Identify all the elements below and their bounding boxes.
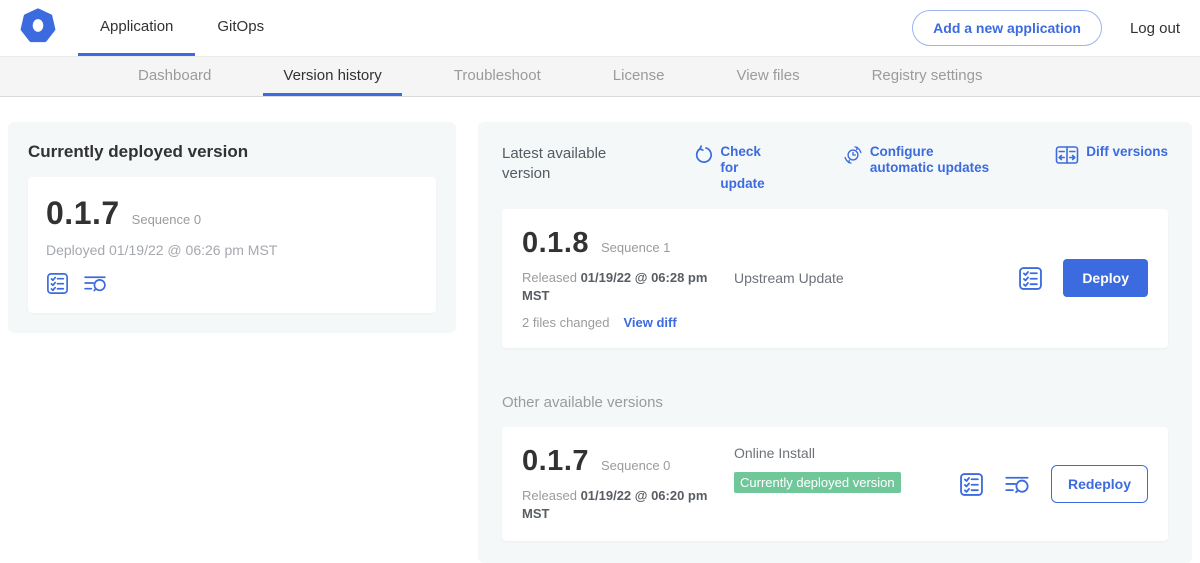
- other-version-actions: Redeploy: [959, 465, 1148, 503]
- currently-deployed-panel: Currently deployed version 0.1.7 Sequenc…: [8, 122, 456, 333]
- app-sub-nav: Dashboard Version history Troubleshoot L…: [0, 57, 1200, 97]
- preflight-checks-icon[interactable]: [46, 272, 69, 295]
- topnav-right: Add a new application Log out: [912, 0, 1180, 56]
- app-logo[interactable]: [20, 0, 56, 56]
- online-install-label: Online Install: [734, 445, 959, 461]
- files-changed-count: 2 files changed: [522, 315, 609, 330]
- files-changed-line: 2 files changed View diff: [522, 315, 734, 330]
- other-available-versions-title: Other available versions: [502, 394, 1168, 411]
- configure-automatic-updates-button[interactable]: Configure automatic updates: [843, 144, 993, 176]
- latest-released-timestamp: Released 01/19/22 @ 06:28 pm MST: [522, 269, 717, 305]
- other-version-card: 0.1.7 Sequence 0 Released 01/19/22 @ 06:…: [502, 427, 1168, 541]
- topnav-tab-gitops[interactable]: GitOps: [195, 0, 286, 56]
- diff-versions-button[interactable]: Diff versions: [1055, 144, 1168, 169]
- tab-dashboard[interactable]: Dashboard: [118, 57, 231, 96]
- other-version-number: 0.1.7: [522, 445, 589, 478]
- latest-version-info: 0.1.8 Sequence 1 Released 01/19/22 @ 06:…: [522, 227, 734, 330]
- latest-sequence: Sequence 1: [601, 240, 670, 255]
- deployed-version-number: 0.1.7: [46, 195, 120, 232]
- diff-icon: [1055, 144, 1079, 169]
- add-new-application-button[interactable]: Add a new application: [912, 10, 1102, 46]
- topnav-tab-application[interactable]: Application: [78, 0, 195, 56]
- tab-version-history[interactable]: Version history: [263, 57, 401, 96]
- tab-troubleshoot[interactable]: Troubleshoot: [434, 57, 561, 96]
- logout-button[interactable]: Log out: [1130, 20, 1180, 37]
- other-version-source: Online Install Currently deployed versio…: [734, 445, 959, 523]
- currently-deployed-title: Currently deployed version: [28, 142, 436, 162]
- other-released-timestamp: Released 01/19/22 @ 06:20 pm MST: [522, 487, 717, 523]
- refresh-icon: [694, 144, 713, 168]
- latest-version-source: Upstream Update: [734, 270, 1018, 286]
- schedule-update-icon: [843, 144, 863, 169]
- released-label: Released: [522, 488, 577, 503]
- deployed-version-line: 0.1.7 Sequence 0: [46, 195, 418, 232]
- configure-automatic-updates-label: Configure automatic updates: [870, 144, 993, 176]
- deployed-icon-row: [46, 272, 418, 295]
- deployed-sequence: Sequence 0: [132, 212, 201, 227]
- topnav-tabs: Application GitOps: [78, 0, 286, 56]
- tab-registry-settings[interactable]: Registry settings: [852, 57, 1003, 96]
- tab-view-files[interactable]: View files: [716, 57, 819, 96]
- available-header: Latest available version Check for updat…: [502, 144, 1168, 193]
- check-for-update-button[interactable]: Check for update: [694, 144, 780, 193]
- top-nav: Application GitOps Add a new application…: [0, 0, 1200, 57]
- heptagon-logo-icon: [20, 8, 56, 49]
- other-version-info: 0.1.7 Sequence 0 Released 01/19/22 @ 06:…: [522, 445, 734, 523]
- deployed-timestamp: Deployed 01/19/22 @ 06:26 pm MST: [46, 242, 418, 258]
- other-sequence: Sequence 0: [601, 458, 670, 473]
- diff-versions-label: Diff versions: [1086, 144, 1168, 160]
- deployed-version-card: 0.1.7 Sequence 0 Deployed 01/19/22 @ 06:…: [28, 177, 436, 313]
- view-logs-icon[interactable]: [83, 272, 108, 295]
- latest-version-actions: Deploy: [1018, 259, 1148, 297]
- view-logs-icon[interactable]: [1004, 472, 1031, 497]
- view-diff-link[interactable]: View diff: [623, 315, 676, 330]
- latest-version-number: 0.1.8: [522, 227, 589, 260]
- preflight-checks-icon[interactable]: [959, 472, 984, 497]
- upstream-update-label: Upstream Update: [734, 270, 1018, 286]
- latest-version-card: 0.1.8 Sequence 1 Released 01/19/22 @ 06:…: [502, 209, 1168, 348]
- check-for-update-label: Check for update: [720, 144, 780, 193]
- deploy-button[interactable]: Deploy: [1063, 259, 1148, 297]
- redeploy-button[interactable]: Redeploy: [1051, 465, 1148, 503]
- main-content: Currently deployed version 0.1.7 Sequenc…: [0, 97, 1200, 563]
- tab-license[interactable]: License: [593, 57, 685, 96]
- currently-deployed-badge: Currently deployed version: [734, 472, 901, 493]
- available-versions-panel: Latest available version Check for updat…: [478, 122, 1192, 563]
- currently-deployed-badge-wrap: Currently deployed version: [734, 471, 902, 496]
- released-label: Released: [522, 270, 577, 285]
- latest-available-title: Latest available version: [502, 144, 632, 183]
- preflight-checks-icon[interactable]: [1018, 266, 1043, 291]
